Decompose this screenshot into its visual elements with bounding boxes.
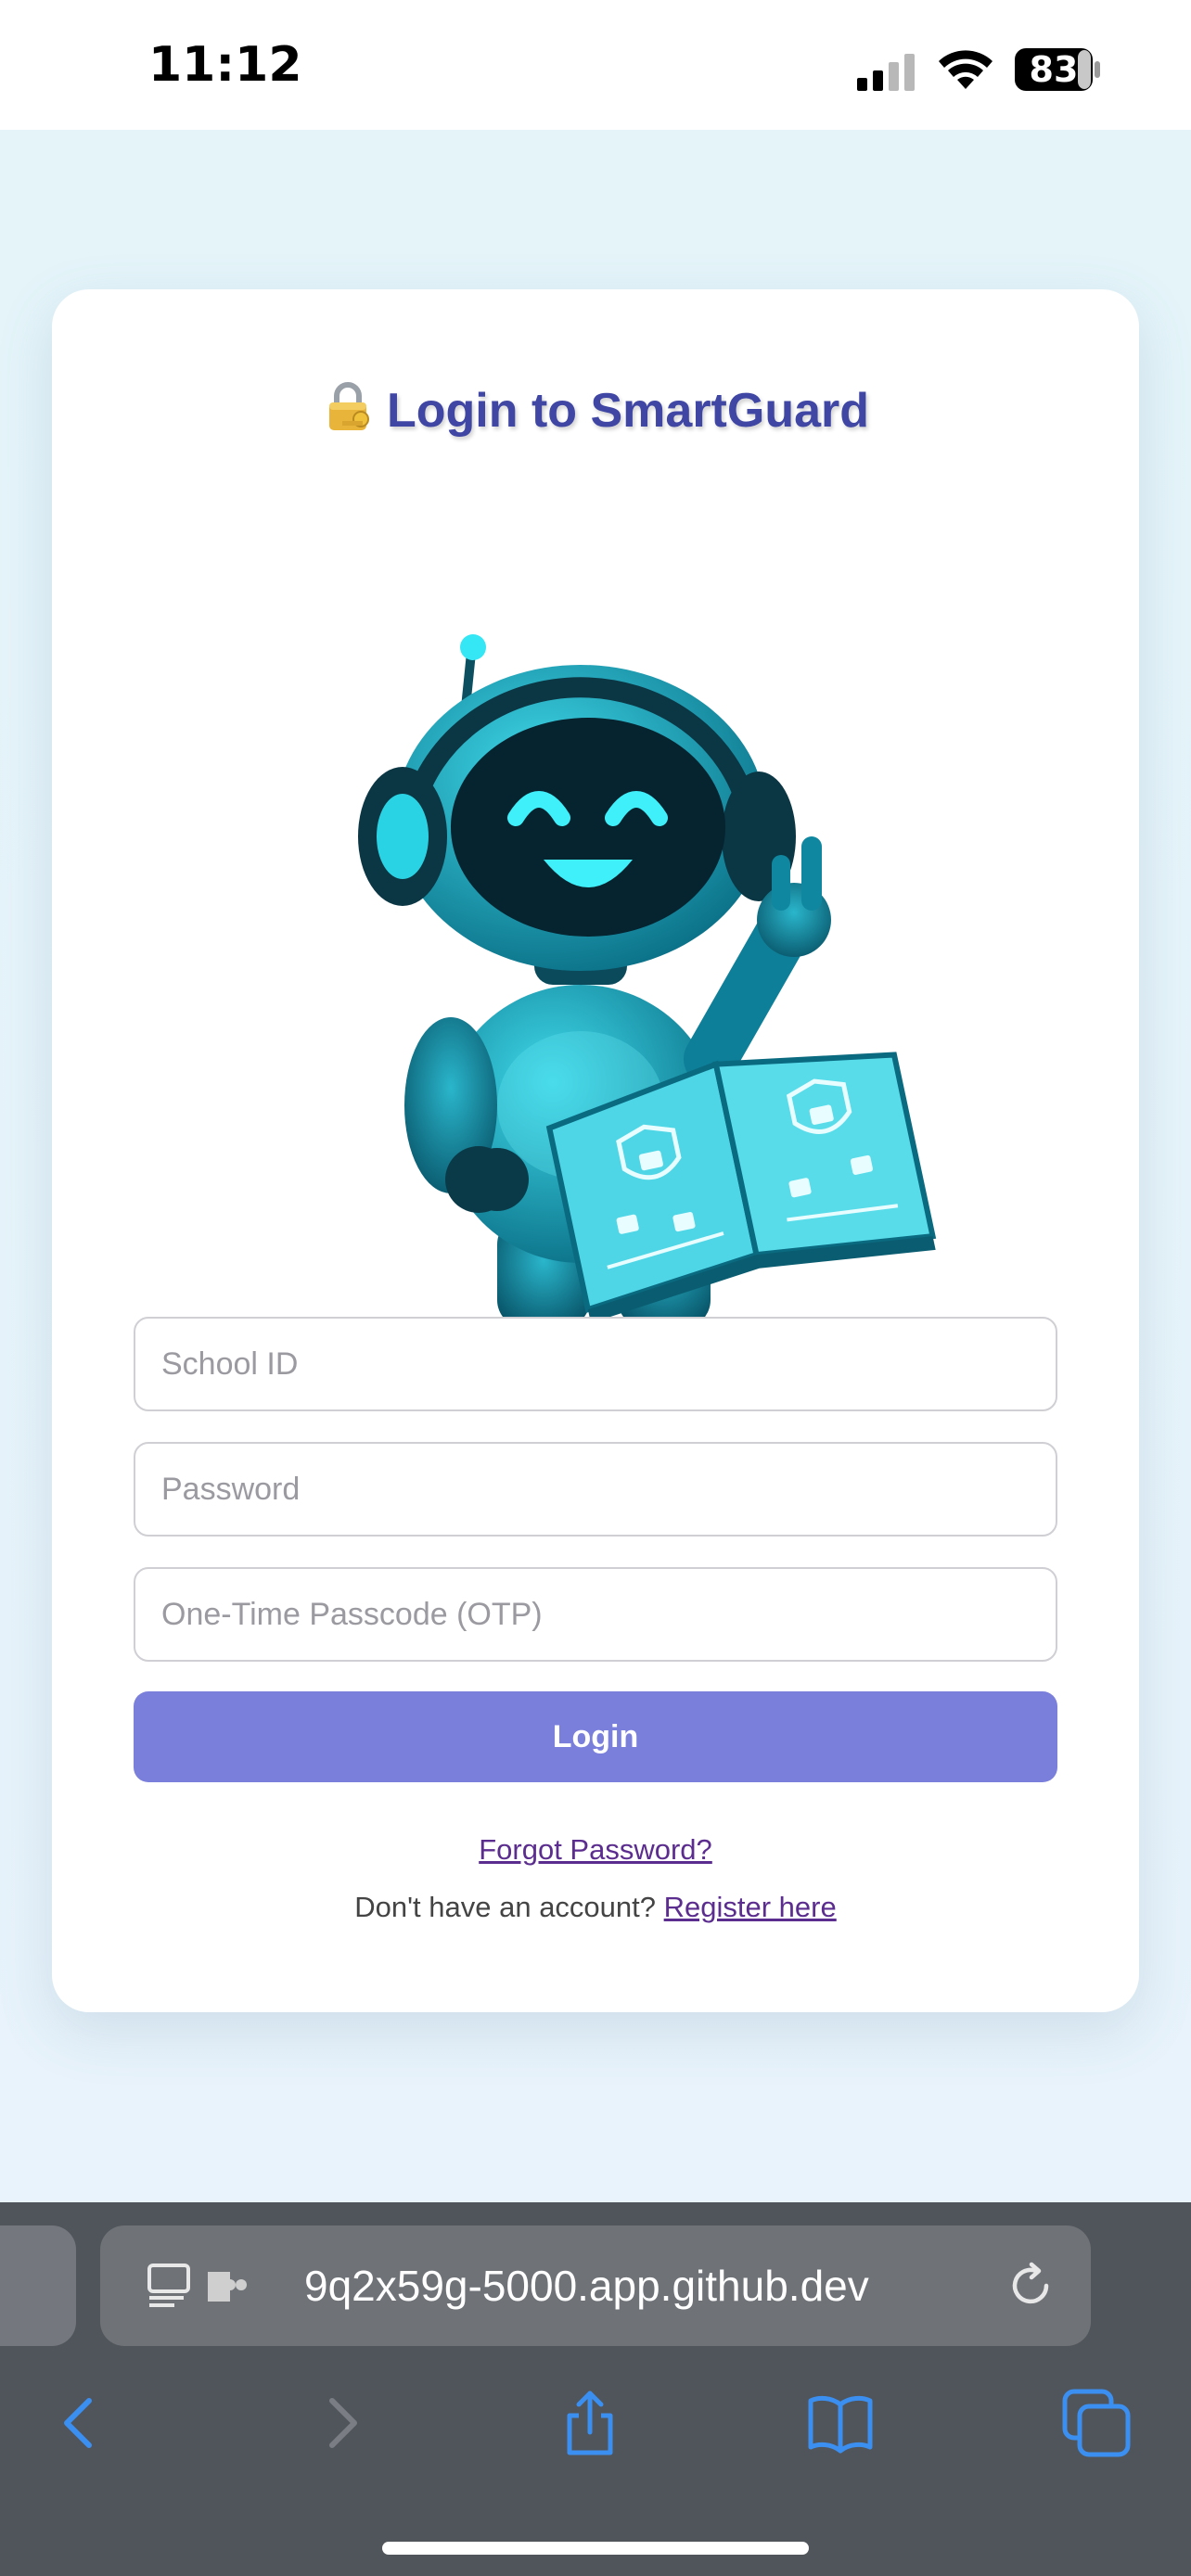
school-id-input[interactable] [134,1317,1057,1411]
login-button[interactable]: Login [134,1691,1057,1782]
address-bar[interactable]: 9q2x59g-5000.app.github.dev [100,2225,1091,2346]
extension-icon[interactable] [204,2266,250,2307]
tabs-icon[interactable] [1061,2388,1132,2458]
no-account-text: Don't have an account? [354,1891,657,1923]
status-time: 11:12 [148,37,302,93]
back-icon[interactable] [45,2388,115,2458]
register-row: Don't have an account? Register here [52,1891,1139,1924]
password-input[interactable] [134,1442,1057,1537]
register-link[interactable]: Register here [664,1891,837,1923]
forgot-password-link[interactable]: Forgot Password? [479,1833,712,1866]
login-card: Login to SmartGuard School ID One-Time P… [52,289,1139,2012]
robot-illustration [358,634,937,1328]
wifi-icon [939,50,992,89]
otp-input[interactable] [134,1567,1057,1662]
reload-icon[interactable] [1005,2261,1056,2311]
share-icon[interactable] [555,2388,625,2458]
battery-level: 83 [1029,49,1079,90]
bookmarks-icon[interactable] [805,2388,876,2458]
reader-icon[interactable] [147,2263,193,2311]
signal-icon [857,54,915,91]
forward-icon[interactable] [306,2388,377,2458]
url-text[interactable]: 9q2x59g-5000.app.github.dev [304,2225,869,2346]
page-title-text: Login to SmartGuard [387,384,869,438]
browser-toolbar: 9q2x59g-5000.app.github.dev [0,2202,1191,2576]
previous-tab-preview[interactable] [0,2225,76,2346]
page-background: Login to SmartGuard School ID One-Time P… [0,130,1191,2202]
lock-with-key-icon [329,382,369,430]
page-title: Login to SmartGuard [52,380,1139,439]
forgot-password-row: Forgot Password? [52,1833,1139,1867]
home-indicator[interactable] [382,2542,809,2555]
status-bar: 11:12 83 [0,0,1191,130]
